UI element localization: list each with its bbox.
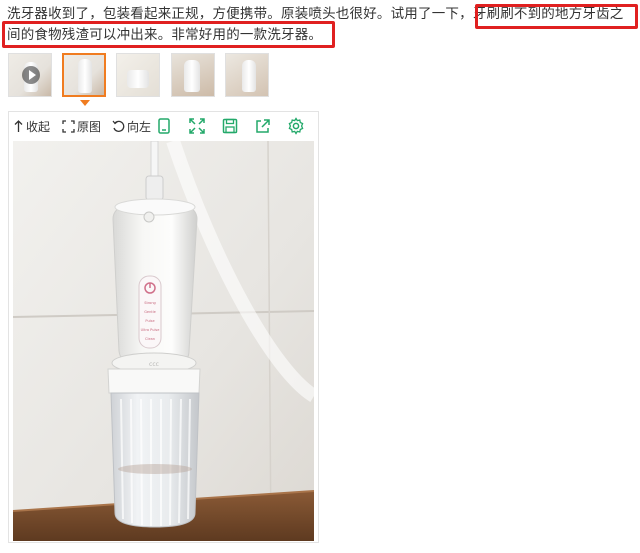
rotate-left-button[interactable]: 向左	[112, 118, 151, 135]
share-icon	[256, 119, 270, 133]
rotate-left-label: 向左	[127, 120, 152, 134]
svg-text:Pulse: Pulse	[145, 319, 154, 323]
svg-text:Clean: Clean	[145, 337, 155, 341]
settings-icon-button[interactable]	[285, 115, 307, 137]
active-thumbnail-indicator	[80, 100, 90, 106]
expand-icon	[62, 120, 75, 133]
svg-text:Strong: Strong	[144, 301, 156, 305]
thumbnail-image[interactable]	[116, 53, 160, 97]
fullscreen-icon	[189, 118, 205, 134]
arrow-up-icon	[14, 120, 23, 132]
fullscreen-icon-button[interactable]	[186, 115, 208, 137]
save-icon	[222, 118, 238, 134]
thumbnail-image-active[interactable]	[62, 53, 106, 97]
water-flosser-image: Strong Gentle Pulse Ultra Pulse Clean cc…	[13, 141, 314, 541]
svg-text:Ultra Pulse: Ultra Pulse	[141, 328, 160, 332]
phone-icon	[158, 118, 170, 134]
collapse-button[interactable]: 收起	[13, 118, 50, 135]
share-icon-button[interactable]	[252, 115, 274, 137]
svg-text:Gentle: Gentle	[144, 310, 156, 314]
save-icon-button[interactable]	[219, 115, 241, 137]
settings-icon	[288, 117, 304, 135]
original-image-button[interactable]: 原图	[62, 118, 101, 135]
image-viewer: 收起 原图 向左 Strong Gentle Pulse Ultra Pulse…	[8, 111, 319, 543]
rotate-left-icon	[112, 120, 125, 132]
collapse-label: 收起	[26, 120, 51, 134]
original-image-label: 原图	[77, 120, 102, 134]
thumbnail-video[interactable]	[8, 53, 52, 97]
viewer-toolbar: 收起 原图 向左	[9, 112, 318, 140]
phone-icon-button[interactable]	[153, 115, 175, 137]
review-text-line1: 洗牙器收到了，包装看起来正规，方便携带。原装喷头也很好。试用了一下，	[7, 6, 473, 22]
highlight-box-bottom	[2, 21, 335, 48]
play-icon	[22, 66, 40, 84]
thumbnail-image[interactable]	[225, 53, 269, 97]
svg-text:ccc: ccc	[149, 361, 159, 368]
highlight-box-top	[475, 4, 638, 29]
product-photo: Strong Gentle Pulse Ultra Pulse Clean cc…	[13, 141, 314, 541]
thumbnail-image[interactable]	[171, 53, 215, 97]
